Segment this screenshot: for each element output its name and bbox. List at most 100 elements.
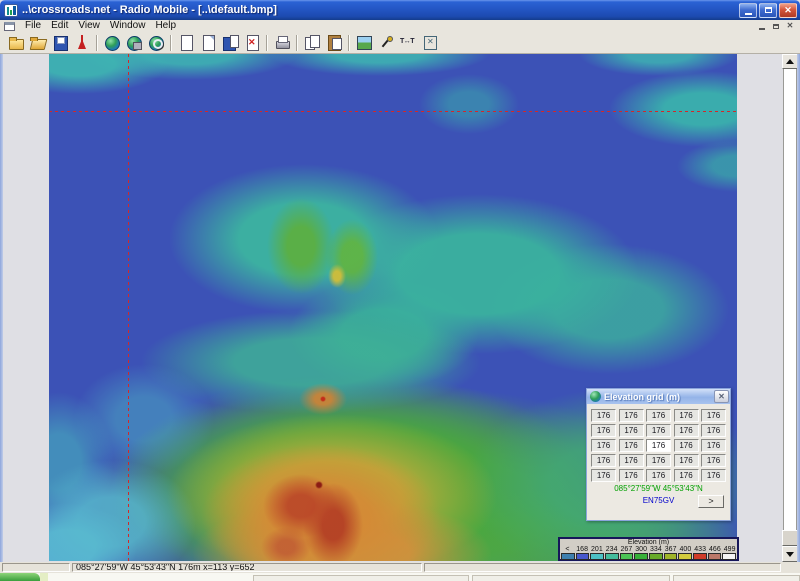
elevation-cell[interactable]: 176 xyxy=(591,409,616,422)
start-button[interactable] xyxy=(0,573,40,581)
page-delete-icon xyxy=(244,35,260,50)
folder-icon xyxy=(8,35,24,50)
globe-icon xyxy=(590,391,601,402)
elevation-cell[interactable]: 176 xyxy=(674,424,699,437)
paste-button[interactable] xyxy=(323,33,345,53)
radio-mobile-window: ..\crossroads.net - Radio Mobile - [..\d… xyxy=(0,0,800,581)
menu-window[interactable]: Window xyxy=(105,20,151,32)
new-networks-file-button[interactable] xyxy=(5,33,27,53)
legend-label: 433 xyxy=(693,546,708,553)
menu-view[interactable]: View xyxy=(73,20,105,32)
start-button-edge xyxy=(40,573,48,581)
pin-icon xyxy=(378,35,394,50)
elevation-grid-body: 176 176 176 176 176 176 176 176 176 176 … xyxy=(587,404,730,509)
copy-button[interactable] xyxy=(301,33,323,53)
toolbar-separator xyxy=(266,35,268,51)
open-networks-file-button[interactable] xyxy=(27,33,49,53)
status-position-readout: 085°27'59"W 45°53'43"N 176m x=113 y=652 xyxy=(72,563,422,572)
elevation-cell[interactable]: 176 xyxy=(619,409,644,422)
status-panel-left xyxy=(2,563,70,572)
elevation-cell[interactable]: 176 xyxy=(646,409,671,422)
legend-swatch xyxy=(722,553,736,560)
legend-swatch xyxy=(620,553,634,560)
legend-swatch xyxy=(693,553,707,560)
legend-label: 267 xyxy=(619,546,634,553)
elevation-cell[interactable]: 176 xyxy=(591,439,616,452)
elevation-cell[interactable]: 176 xyxy=(701,409,726,422)
toolbar xyxy=(0,32,800,54)
menu-file[interactable]: File xyxy=(20,20,46,32)
cursor-coordinates: 085°27'59"W 45°53'43"N xyxy=(591,484,726,493)
world-map-save-button[interactable] xyxy=(123,33,145,53)
elevation-cell[interactable]: 176 xyxy=(646,424,671,437)
antenna-site-button[interactable] xyxy=(71,33,93,53)
image-icon xyxy=(356,35,372,50)
mdi-restore-button[interactable] xyxy=(769,21,783,31)
page-fold-icon xyxy=(200,35,216,50)
window-border-left xyxy=(0,54,3,562)
title-bar: ..\crossroads.net - Radio Mobile - [..\d… xyxy=(0,0,800,20)
elevation-cell[interactable]: 176 xyxy=(646,469,671,482)
elevation-legend: Elevation (m) < 168 201 234 267 300 334 … xyxy=(558,537,739,561)
picture-properties-button[interactable] xyxy=(197,33,219,53)
taskbar-button[interactable] xyxy=(253,575,469,581)
grid-more-button[interactable]: > xyxy=(698,495,724,508)
elevation-grid-titlebar[interactable]: Elevation grid (m) ✕ xyxy=(587,389,730,404)
elevation-cell[interactable]: 176 xyxy=(619,439,644,452)
elevation-cell[interactable]: 176 xyxy=(619,469,644,482)
elevation-cell[interactable]: 176 xyxy=(674,439,699,452)
elevation-cell[interactable]: 176 xyxy=(674,454,699,467)
menu-edit[interactable]: Edit xyxy=(46,20,73,32)
copy-icon xyxy=(304,35,320,50)
legend-swatch xyxy=(649,553,663,560)
elevation-cell[interactable]: 176 xyxy=(674,469,699,482)
legend-label: 168 xyxy=(575,546,590,553)
menu-help[interactable]: Help xyxy=(150,20,181,32)
save-networks-file-button[interactable] xyxy=(49,33,71,53)
elevation-cell[interactable]: 176 xyxy=(701,454,726,467)
new-picture-button[interactable] xyxy=(175,33,197,53)
legend-label: 300 xyxy=(634,546,649,553)
taskbar-button[interactable] xyxy=(472,575,670,581)
mdi-minimize-button[interactable] xyxy=(755,21,769,31)
elevation-cell[interactable]: 176 xyxy=(674,409,699,422)
legend-labels: < 168 201 234 267 300 334 367 400 433 46… xyxy=(560,546,737,553)
taskbar-sliver xyxy=(0,573,800,581)
world-map-button[interactable] xyxy=(101,33,123,53)
delete-picture-button[interactable] xyxy=(241,33,263,53)
vertical-scrollbar[interactable] xyxy=(782,54,798,562)
minimize-button[interactable] xyxy=(739,3,757,18)
pin-tool-button[interactable] xyxy=(375,33,397,53)
save-picture-button[interactable] xyxy=(219,33,241,53)
erase-box-button[interactable] xyxy=(419,33,441,53)
elevation-cell[interactable]: 176 xyxy=(591,469,616,482)
legend-label: 400 xyxy=(678,546,693,553)
world-map-zoom-button[interactable] xyxy=(145,33,167,53)
elevation-cell[interactable]: 176 xyxy=(619,454,644,467)
scroll-up-button[interactable] xyxy=(782,54,798,69)
elevation-cell[interactable]: 176 xyxy=(701,424,726,437)
scroll-down-button[interactable] xyxy=(782,546,798,562)
text-labels-button[interactable] xyxy=(397,33,419,53)
close-button[interactable]: ✕ xyxy=(779,3,797,18)
elevation-cell[interactable]: 176 xyxy=(701,439,726,452)
print-button[interactable] xyxy=(271,33,293,53)
scrollbar-thumb[interactable] xyxy=(782,530,798,546)
toolbar-separator xyxy=(296,35,298,51)
restore-button[interactable] xyxy=(759,3,777,18)
mdi-close-button[interactable]: ✕ xyxy=(783,21,797,31)
elevation-cell[interactable]: 176 xyxy=(701,469,726,482)
toolbar-separator xyxy=(348,35,350,51)
image-view-button[interactable] xyxy=(353,33,375,53)
printer-icon xyxy=(274,35,290,50)
elevation-cell[interactable]: 176 xyxy=(646,454,671,467)
elevation-grid-close-button[interactable]: ✕ xyxy=(714,390,729,403)
mdi-child-icon[interactable] xyxy=(4,22,15,31)
elevation-cell[interactable]: 176 xyxy=(591,424,616,437)
legend-label: < xyxy=(560,546,575,553)
elevation-cell[interactable]: 176 xyxy=(591,454,616,467)
elevation-cell-center[interactable]: 176 xyxy=(646,439,671,452)
scrollbar-track[interactable] xyxy=(783,69,797,530)
elevation-cell[interactable]: 176 xyxy=(619,424,644,437)
taskbar-button[interactable] xyxy=(673,575,800,581)
